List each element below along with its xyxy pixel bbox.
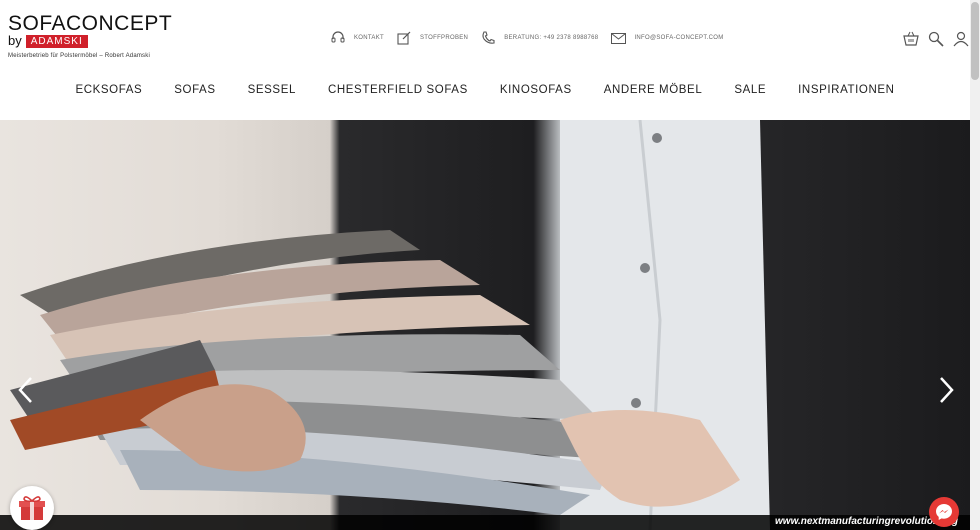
nav-item-sofas[interactable]: SOFAS	[174, 84, 215, 96]
prev-slide-arrow[interactable]	[16, 375, 36, 405]
phone-icon	[480, 31, 496, 45]
nav-item-ecksofas[interactable]: ECKSOFAS	[75, 84, 142, 96]
next-slide-arrow[interactable]	[936, 375, 956, 405]
site-header: SOFACONCEPT by ADAMSKI Meisterbetrieb fü…	[0, 0, 970, 120]
logo-tagline: Meisterbetrieb für Polstermöbel – Robert…	[8, 53, 150, 59]
email-link[interactable]: INFO@SOFA-CONCEPT.COM	[610, 31, 723, 45]
nav-item-andere-moebel[interactable]: ANDERE MÖBEL	[604, 84, 703, 96]
contact-link[interactable]: KONTAKT	[330, 31, 384, 45]
page-scrollbar[interactable]	[970, 0, 980, 530]
user-icon[interactable]	[952, 30, 969, 47]
messenger-chat-button[interactable]	[929, 497, 959, 527]
logo-by-line: by ADAMSKI	[8, 34, 172, 48]
headset-icon	[330, 31, 346, 45]
phone-link[interactable]: BERATUNG: +49 2378 8988768	[480, 31, 598, 45]
gift-icon	[19, 496, 45, 520]
header-actions	[902, 30, 969, 47]
hero-slider	[0, 120, 970, 530]
samples-label: STOFFPROBEN	[420, 35, 469, 41]
logo-brand: ADAMSKI	[25, 34, 88, 48]
mail-icon	[610, 31, 626, 45]
logo-text: SOFACONCEPT	[8, 12, 173, 35]
basket-icon[interactable]	[902, 30, 919, 47]
contact-label: KONTAKT	[354, 35, 384, 41]
search-icon[interactable]	[927, 30, 944, 47]
nav-item-kinosofas[interactable]: KINOSOFAS	[500, 84, 572, 96]
phone-label: BERATUNG: +49 2378 8988768	[504, 35, 599, 41]
nav-item-sessel[interactable]: SESSEL	[248, 84, 296, 96]
scrollbar-thumb[interactable]	[971, 2, 979, 80]
gift-button[interactable]	[10, 486, 54, 530]
samples-link[interactable]: STOFFPROBEN	[396, 31, 468, 45]
main-nav: ECKSOFAS SOFAS SESSEL CHESTERFIELD SOFAS…	[0, 84, 970, 96]
nav-item-sale[interactable]: SALE	[734, 84, 766, 96]
edit-icon	[396, 31, 412, 45]
hero-image	[10, 120, 770, 530]
logo[interactable]: SOFACONCEPT by ADAMSKI Meisterbetrieb fü…	[8, 12, 173, 59]
logo-by: by	[8, 33, 22, 48]
email-label: INFO@SOFA-CONCEPT.COM	[634, 35, 724, 41]
messenger-icon	[936, 504, 952, 520]
nav-item-inspirationen[interactable]: INSPIRATIONEN	[798, 84, 894, 96]
nav-item-chesterfield[interactable]: CHESTERFIELD SOFAS	[328, 84, 468, 96]
top-contact-bar: KONTAKT STOFFPROBEN BERATUNG: +49 2378 8…	[330, 31, 726, 45]
watermark-bar: www.nextmanufacturingrevolution.org	[0, 515, 970, 530]
